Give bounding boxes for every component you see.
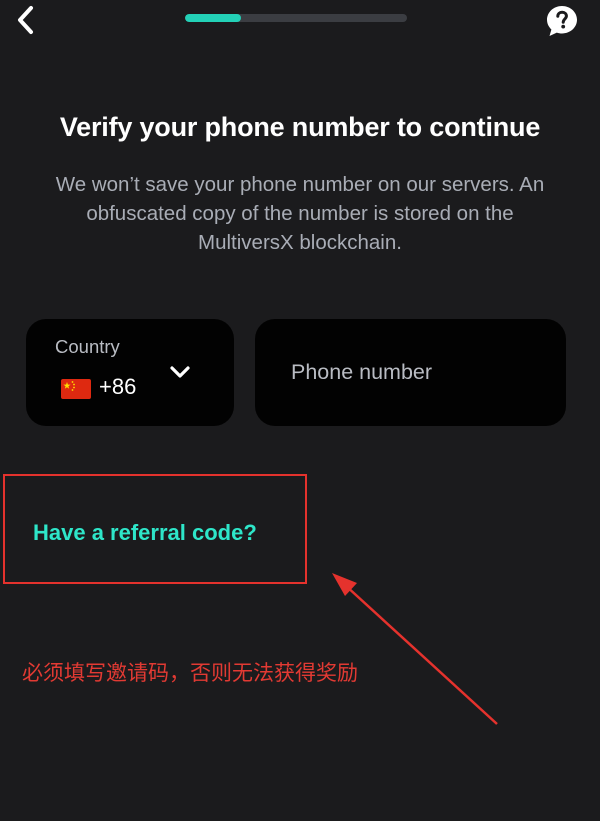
top-bar	[0, 0, 600, 40]
page-title: Verify your phone number to continue	[59, 112, 541, 142]
chevron-left-icon	[18, 6, 33, 34]
referral-code-link[interactable]: Have a referral code?	[33, 520, 257, 546]
country-dial-code: +86	[99, 374, 137, 399]
help-chat-icon	[547, 6, 577, 36]
progress-bar-fill	[185, 14, 241, 22]
back-button[interactable]	[8, 2, 44, 38]
progress-bar	[185, 14, 407, 22]
phone-number-field	[255, 319, 566, 426]
country-selector[interactable]: Country +86	[26, 319, 234, 426]
chevron-down-icon	[170, 366, 190, 378]
annotation-text: 必须填写邀请码，否则无法获得奖励	[22, 661, 358, 685]
country-label: Country	[55, 336, 120, 357]
page-subtitle: We won’t save your phone number on our s…	[55, 173, 545, 254]
help-button[interactable]	[544, 3, 580, 39]
phone-number-input[interactable]	[255, 319, 566, 426]
china-flag-icon	[61, 379, 91, 399]
